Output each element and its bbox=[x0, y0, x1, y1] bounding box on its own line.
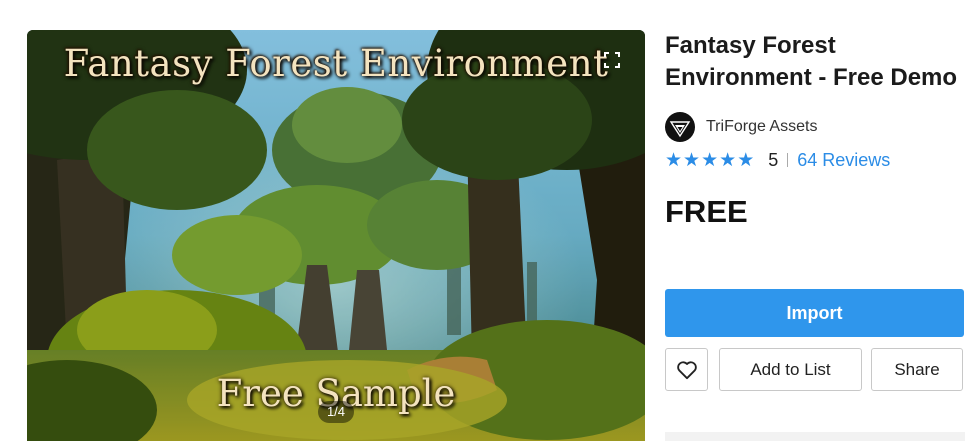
star-icon: ★ bbox=[737, 149, 756, 171]
price: FREE bbox=[665, 194, 748, 229]
star-icon: ★ bbox=[683, 149, 702, 171]
triforge-logo-icon bbox=[669, 121, 691, 138]
details-panel-edge bbox=[665, 432, 965, 441]
gallery-counter: 1/4 bbox=[318, 401, 354, 423]
star-icon: ★ bbox=[701, 149, 720, 171]
seller-logo[interactable] bbox=[665, 112, 695, 142]
product-title: Fantasy Forest Environment - Free Demo bbox=[665, 32, 958, 91]
seller-row: TriForge Assets bbox=[665, 112, 965, 142]
share-button[interactable]: Share bbox=[871, 348, 963, 391]
favorite-button[interactable] bbox=[665, 348, 708, 391]
product-gallery[interactable]: Fantasy Forest Environment Free Sample 1… bbox=[27, 30, 645, 441]
rating-stars: ★ ★ ★ ★ ★ bbox=[665, 149, 755, 172]
rating-score: 5 bbox=[768, 149, 779, 170]
star-icon: ★ bbox=[665, 149, 684, 171]
star-icon: ★ bbox=[719, 149, 738, 171]
product-info: Fantasy Forest Environment - Free Demo T… bbox=[665, 30, 965, 391]
rating-divider bbox=[787, 153, 789, 167]
add-to-list-button[interactable]: Add to List bbox=[719, 348, 862, 391]
secondary-actions: Add to List Share bbox=[665, 348, 963, 391]
seller-name[interactable]: TriForge Assets bbox=[706, 118, 817, 136]
reviews-link[interactable]: 64 Reviews bbox=[797, 150, 890, 171]
overlay-title: Fantasy Forest Environment bbox=[63, 42, 609, 85]
expand-icon[interactable] bbox=[604, 52, 620, 68]
import-button[interactable]: Import bbox=[665, 289, 964, 337]
heart-icon bbox=[676, 360, 697, 379]
rating-row: ★ ★ ★ ★ ★ 5 64 Reviews bbox=[665, 148, 965, 172]
